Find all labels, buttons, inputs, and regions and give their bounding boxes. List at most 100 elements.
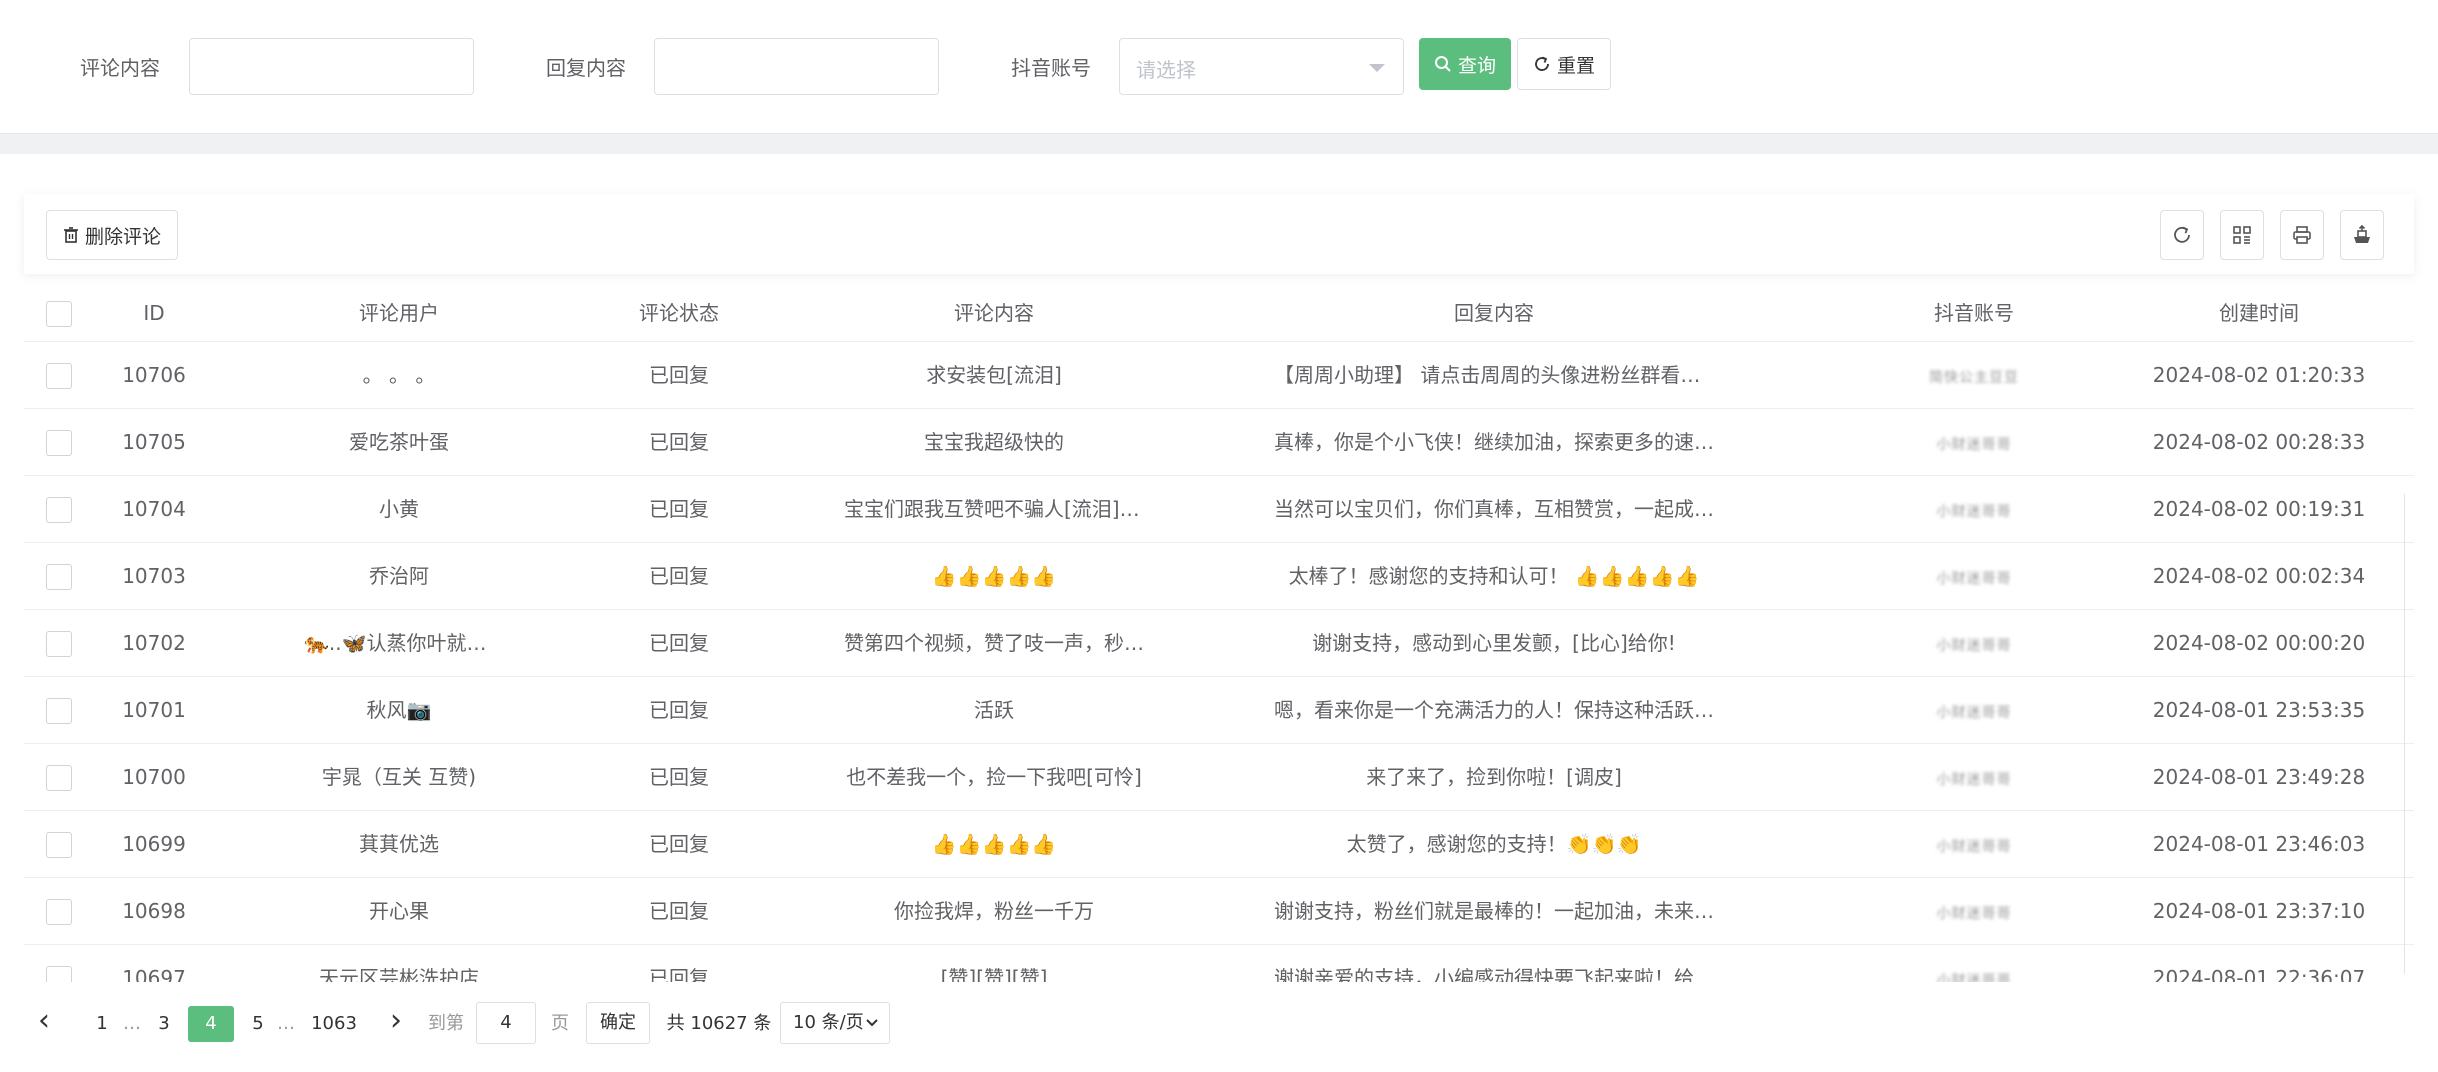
- row-checkbox[interactable]: [46, 631, 72, 657]
- page-5-button[interactable]: 5: [246, 1006, 270, 1042]
- table-header: ID 评论用户 评论状态 评论内容 回复内容 抖音账号 创建时间: [24, 284, 2414, 342]
- cell-id: 10699: [122, 832, 186, 856]
- cell-user: 天元区芸彬洗护店: [319, 966, 479, 982]
- reset-button-label: 重置: [1556, 54, 1595, 77]
- page-3-button[interactable]: 3: [152, 1006, 176, 1042]
- cell-reply: 真棒，你是个小飞侠！继续加油，探索更多的速度…: [1274, 430, 1714, 454]
- douyin-account-select[interactable]: 请选择: [1119, 38, 1404, 95]
- reset-button[interactable]: 重置: [1517, 38, 1611, 90]
- goto-page-input[interactable]: 4: [476, 1002, 536, 1044]
- row-checkbox[interactable]: [46, 564, 72, 590]
- refresh-icon: [2174, 226, 2190, 243]
- cell-reply: 谢谢亲爱的支持，小编感动得快要飞起来啦！给你…: [1274, 966, 1714, 982]
- goto-label: 到第: [428, 1013, 464, 1034]
- column-header-content: 评论内容: [954, 301, 1034, 325]
- cell-time: 2024-08-01 23:53:35: [2152, 698, 2366, 722]
- comment-content-input[interactable]: [189, 38, 474, 95]
- cell-reply: 谢谢支持，粉丝们就是最棒的！一起加油，未来更…: [1274, 899, 1714, 923]
- cell-account: 小财迷哥哥: [1854, 677, 2094, 743]
- table-scrollbar[interactable]: [2404, 494, 2412, 974]
- column-header-user: 评论用户: [359, 301, 439, 325]
- cell-reply: 太棒了！感谢您的支持和认可！ 👍👍👍👍👍: [1288, 564, 1700, 588]
- cell-content: 宝宝们跟我互赞吧不骗人[流泪][…: [844, 497, 1144, 521]
- row-checkbox[interactable]: [46, 698, 72, 724]
- cell-id: 10698: [122, 899, 186, 923]
- account-name-blurred: 小财迷哥哥: [1936, 504, 2012, 520]
- cell-status: 已回复: [649, 631, 709, 655]
- search-panel: 评论内容 回复内容 抖音账号 请选择 查询 重置: [0, 0, 2438, 134]
- page-unit-label: 页: [551, 1013, 569, 1034]
- grid-icon: [2233, 226, 2251, 244]
- cell-status: 已回复: [649, 698, 709, 722]
- prev-page-button[interactable]: ‹: [32, 1006, 56, 1042]
- cell-account: 小财迷哥哥: [1854, 744, 2094, 810]
- table-row: 10705 爱吃茶叶蛋 已回复 宝宝我超级快的 真棒，你是个小飞侠！继续加油，探索更多的…: [24, 409, 2414, 476]
- column-header-id: ID: [143, 301, 165, 325]
- cell-time: 2024-08-01 23:49:28: [2152, 765, 2366, 789]
- column-header-reply: 回复内容: [1454, 301, 1534, 325]
- row-checkbox[interactable]: [46, 430, 72, 456]
- cell-user: 爱吃茶叶蛋: [349, 430, 449, 454]
- columns-toggle-button[interactable]: [2220, 210, 2264, 260]
- page-ellipsis-right[interactable]: …: [274, 1006, 298, 1042]
- cell-user: 乔治阿: [369, 564, 429, 588]
- goto-confirm-button[interactable]: 确定: [586, 1002, 650, 1044]
- cell-user: 🐅..🦋认蒸你叶就熟了: [304, 631, 494, 655]
- cell-account: 小财迷哥哥: [1854, 811, 2094, 877]
- row-checkbox[interactable]: [46, 363, 72, 389]
- cell-status: 已回复: [649, 765, 709, 789]
- page-last-button[interactable]: 1063: [304, 1006, 364, 1042]
- page-4-button-active[interactable]: 4: [188, 1006, 234, 1042]
- cell-reply: 谢谢支持，感动到心里发颤，[比心]给你!: [1312, 631, 1676, 655]
- row-checkbox[interactable]: [46, 497, 72, 523]
- column-header-status: 评论状态: [639, 301, 719, 325]
- page-1-button[interactable]: 1: [90, 1006, 114, 1042]
- export-button[interactable]: [2340, 210, 2384, 260]
- cell-content: 宝宝我超级快的: [924, 430, 1064, 454]
- select-all-checkbox[interactable]: [46, 301, 72, 327]
- cell-content: 你捡我焊，粉丝一千万: [894, 899, 1094, 923]
- cell-time: 2024-08-02 01:20:33: [2152, 363, 2366, 387]
- delete-comment-button[interactable]: 删除评论: [46, 210, 178, 260]
- chevron-down-icon: [866, 1019, 878, 1027]
- table-row: 10701 秋风📷 已回复 活跃 嗯，看来你是一个充满活力的人！保持这种活跃的… 小财迷哥…: [24, 677, 2414, 744]
- total-count: 共 10627 条: [666, 1013, 772, 1034]
- cell-status: 已回复: [649, 899, 709, 923]
- cell-content: 👍👍👍👍👍: [931, 832, 1057, 856]
- cell-content: [赞][赞][赞]: [940, 966, 1048, 982]
- row-checkbox[interactable]: [46, 765, 72, 791]
- query-button[interactable]: 查询: [1419, 38, 1511, 90]
- refresh-table-button[interactable]: [2160, 210, 2204, 260]
- row-checkbox[interactable]: [46, 966, 72, 982]
- table-row: 10697 天元区芸彬洗护店 已回复 [赞][赞][赞] 谢谢亲爱的支持，小编感动得快要…: [24, 945, 2414, 982]
- page-ellipsis-left[interactable]: …: [120, 1006, 144, 1042]
- account-name-blurred: 小财迷哥哥: [1936, 973, 2012, 982]
- account-name-blurred: 简快公主豆豆: [1929, 370, 2019, 386]
- search-icon: [1434, 56, 1451, 72]
- row-checkbox[interactable]: [46, 899, 72, 925]
- print-button[interactable]: [2280, 210, 2324, 260]
- table-row: 10706 。 。 。 已回复 求安装包[流泪] 【周周小助理】 请点击周周的头像进粉丝…: [24, 342, 2414, 409]
- delete-comment-label: 删除评论: [84, 225, 161, 248]
- row-checkbox[interactable]: [46, 832, 72, 858]
- cell-reply: 来了来了，捡到你啦！[调皮]: [1366, 765, 1622, 789]
- next-page-button[interactable]: ›: [384, 1006, 408, 1042]
- account-name-blurred: 小财迷哥哥: [1936, 638, 2012, 654]
- cell-time: 2024-08-01 23:46:03: [2152, 832, 2366, 856]
- cell-status: 已回复: [649, 430, 709, 454]
- cell-time: 2024-08-02 00:00:20: [2152, 631, 2366, 655]
- pagination: ‹ 1 … 3 4 5 … 1063 › 到第 4 页 确定 共 10627 条…: [24, 992, 2414, 1052]
- account-name-blurred: 小财迷哥哥: [1936, 437, 2012, 453]
- cell-id: 10704: [122, 497, 186, 521]
- cell-reply: 【周周小助理】 请点击周周的头像进粉丝群看群…: [1274, 363, 1714, 387]
- page-size-select[interactable]: 10 条/页: [780, 1002, 890, 1044]
- cell-content: 赞第四个视频，赞了吱一声，秒…: [844, 631, 1144, 655]
- cell-id: 10703: [122, 564, 186, 588]
- cell-user: 宇晁（互关 互赞): [321, 765, 477, 789]
- cell-status: 已回复: [649, 363, 709, 387]
- cell-content: 也不差我一个，捡一下我吧[可怜]: [846, 765, 1142, 789]
- reply-content-input[interactable]: [654, 38, 939, 95]
- cell-content: 求安装包[流泪]: [926, 363, 1062, 387]
- cell-id: 10697: [122, 966, 186, 982]
- table-row: 10704 小黄 已回复 宝宝们跟我互赞吧不骗人[流泪][… 当然可以宝贝们，你们真棒，…: [24, 476, 2414, 543]
